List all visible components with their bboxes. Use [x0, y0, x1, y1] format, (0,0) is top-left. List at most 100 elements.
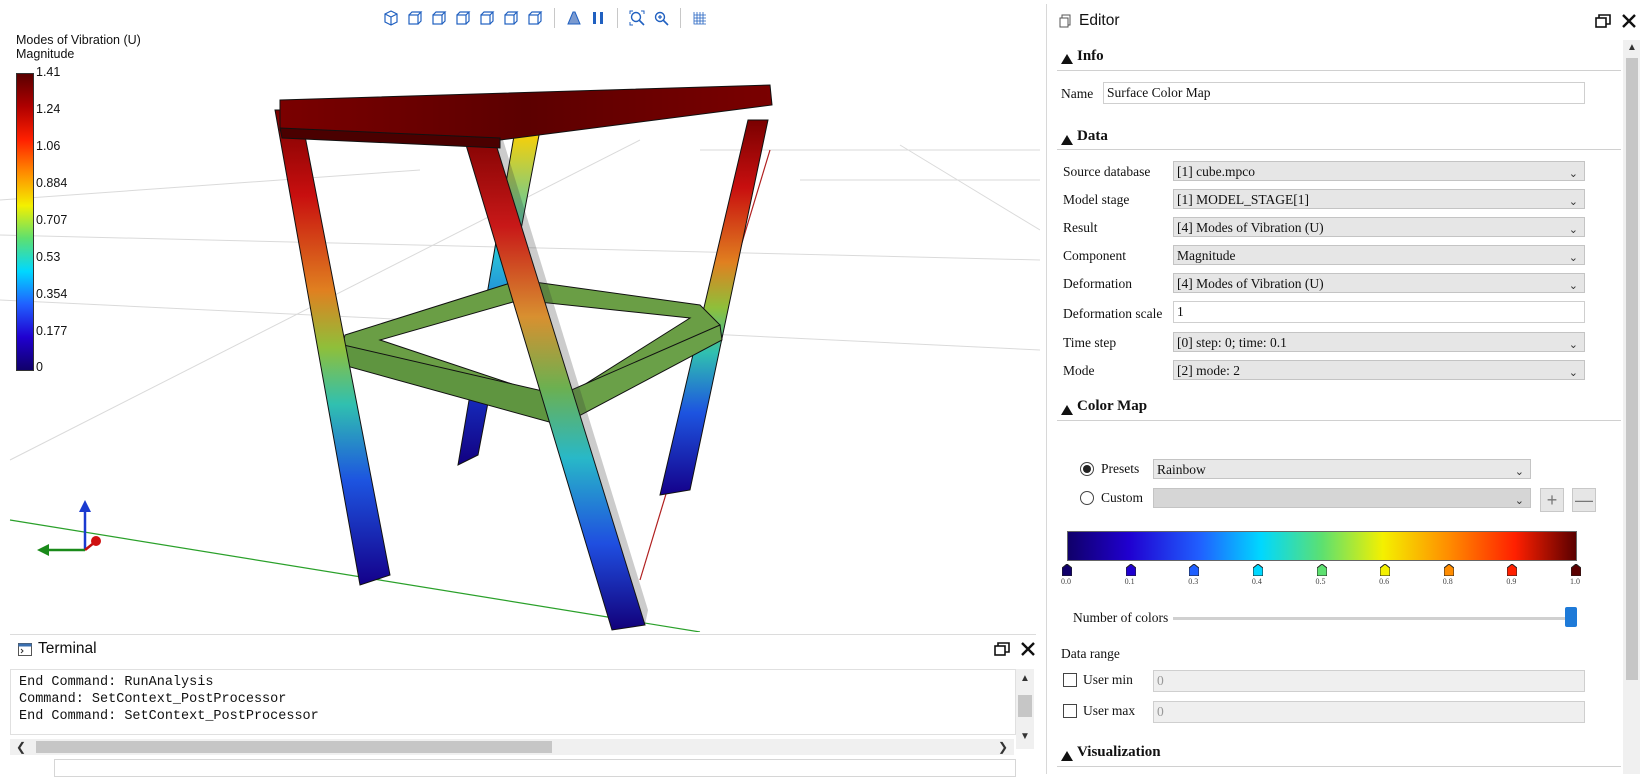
chevron-down-icon: ⌄ — [1568, 224, 1578, 236]
source-database-value: [1] cube.mpco — [1177, 164, 1255, 179]
3d-viewport[interactable]: Modes of Vibration (U) Magnitude 1.41 1.… — [0, 0, 1040, 632]
custom-radio[interactable] — [1080, 491, 1094, 505]
custom-select[interactable]: ⌄ — [1153, 488, 1531, 508]
terminal-output[interactable]: End Command: RunAnalysis Command: SetCon… — [10, 669, 1016, 735]
scrollbar-thumb[interactable] — [36, 741, 552, 753]
close-icon[interactable] — [1020, 641, 1036, 662]
editor-vscrollbar[interactable]: ▲ — [1623, 40, 1640, 774]
deformation-select[interactable]: [4] Modes of Vibration (U) ⌄ — [1173, 273, 1585, 293]
user-min-checkbox[interactable] — [1063, 673, 1077, 687]
view-back-icon[interactable] — [428, 7, 450, 29]
legend-tick: 0.354 — [36, 287, 68, 301]
restore-window-icon[interactable] — [1595, 14, 1611, 33]
colormap-stop-marker[interactable] — [1506, 563, 1518, 577]
view-right-icon[interactable] — [476, 7, 498, 29]
colormap-stop-marker[interactable] — [1188, 563, 1200, 577]
collapse-icon[interactable] — [1061, 132, 1073, 150]
terminal-line: End Command: RunAnalysis — [19, 675, 214, 690]
colormap-stop-label: 0.1 — [1124, 577, 1135, 586]
time-step-value: [0] step: 0; time: 0.1 — [1177, 335, 1287, 350]
perspective-icon[interactable] — [563, 7, 585, 29]
colormap-stop-marker[interactable] — [1061, 563, 1073, 577]
presets-radio[interactable] — [1080, 462, 1094, 476]
view-iso-icon[interactable] — [380, 7, 402, 29]
name-input[interactable]: Surface Color Map — [1103, 82, 1585, 104]
time-step-select[interactable]: [0] step: 0; time: 0.1 ⌄ — [1173, 332, 1585, 352]
terminal-line: Command: SetContext_PostProcessor — [19, 692, 287, 707]
legend-tick: 1.41 — [36, 65, 61, 79]
chevron-down-icon: ⌄ — [1568, 280, 1578, 292]
grid-icon[interactable] — [689, 7, 711, 29]
presets-select[interactable]: Rainbow ⌄ — [1153, 459, 1531, 479]
view-bottom-icon[interactable] — [524, 7, 546, 29]
result-value: [4] Modes of Vibration (U) — [1177, 220, 1324, 235]
colormap-stop-label: 0.0 — [1061, 577, 1071, 586]
zoom-fit-icon[interactable] — [626, 7, 648, 29]
scroll-left-icon[interactable]: ❮ — [16, 740, 26, 754]
chevron-down-icon: ⌄ — [1568, 252, 1578, 264]
toolbar-divider — [617, 8, 618, 28]
terminal-title: Terminal — [38, 640, 97, 657]
remove-button[interactable]: — — [1572, 488, 1596, 512]
scrollbar-thumb[interactable] — [1626, 58, 1638, 680]
user-max-input[interactable]: 0 — [1153, 701, 1585, 723]
colormap-stop-marker[interactable] — [1125, 563, 1137, 577]
axes-triad-icon — [37, 500, 101, 556]
section-header-info[interactable]: Info — [1077, 48, 1104, 65]
scroll-up-icon[interactable]: ▲ — [1627, 42, 1637, 53]
model-stage-select[interactable]: [1] MODEL_STAGE[1] ⌄ — [1173, 189, 1585, 209]
mode-select[interactable]: [2] mode: 2 ⌄ — [1173, 360, 1585, 380]
user-min-input[interactable]: 0 — [1153, 670, 1585, 692]
legend-tick: 0.177 — [36, 324, 68, 338]
data-range-label: Data range — [1061, 646, 1120, 661]
terminal-vscrollbar[interactable]: ▲ ▼ — [1016, 669, 1034, 749]
zoom-region-icon[interactable] — [650, 7, 672, 29]
colormap-stop-label: 0.4 — [1251, 577, 1262, 586]
source-database-select[interactable]: [1] cube.mpco ⌄ — [1173, 161, 1585, 181]
add-button[interactable]: + — [1540, 488, 1564, 512]
collapse-icon[interactable] — [1061, 51, 1073, 69]
scroll-down-icon[interactable]: ▼ — [1020, 731, 1030, 742]
chevron-down-icon: ⌄ — [1568, 367, 1578, 379]
scroll-right-icon[interactable]: ❯ — [998, 740, 1008, 754]
presets-label: Presets — [1101, 461, 1140, 476]
slider-handle[interactable] — [1565, 607, 1577, 627]
section-header-visualization[interactable]: Visualization — [1077, 744, 1161, 761]
colormap-gradient[interactable] — [1067, 531, 1577, 561]
command-input[interactable] — [54, 759, 1016, 777]
terminal-panel: Terminal End Command: RunAnalysis Comman… — [10, 634, 1036, 777]
legend-title-component: Magnitude — [16, 47, 75, 61]
deformation-scale-input[interactable]: 1 — [1173, 301, 1585, 323]
restore-window-icon[interactable] — [994, 642, 1010, 661]
terminal-icon — [18, 643, 32, 661]
colormap-stop-marker[interactable] — [1570, 563, 1582, 577]
close-icon[interactable] — [1621, 13, 1637, 34]
section-header-colormap[interactable]: Color Map — [1077, 398, 1147, 415]
toolbar-divider — [554, 8, 555, 28]
colormap-stop-marker[interactable] — [1379, 563, 1391, 577]
colormap-stop-marker[interactable] — [1252, 563, 1264, 577]
view-top-icon[interactable] — [500, 7, 522, 29]
terminal-hscrollbar[interactable]: ❮ ❯ — [10, 739, 1014, 755]
view-front-icon[interactable] — [404, 7, 426, 29]
view-left-icon[interactable] — [452, 7, 474, 29]
source-database-label: Source database — [1063, 164, 1151, 179]
editor-title: Editor — [1079, 12, 1120, 29]
colormap-stop-marker[interactable] — [1443, 563, 1455, 577]
scroll-up-icon[interactable]: ▲ — [1020, 673, 1030, 684]
colormap-stop-label: 0.3 — [1188, 577, 1199, 586]
model-stage-label: Model stage — [1063, 192, 1130, 207]
colormap-stop-marker[interactable] — [1316, 563, 1327, 577]
colormap-stop-label: 0.6 — [1379, 577, 1390, 586]
section-header-data[interactable]: Data — [1077, 128, 1108, 145]
scrollbar-thumb[interactable] — [1018, 695, 1032, 717]
collapse-icon[interactable] — [1061, 748, 1073, 766]
component-select[interactable]: Magnitude ⌄ — [1173, 245, 1585, 265]
legend-title: Modes of Vibration (U) Magnitude — [16, 33, 141, 61]
result-select[interactable]: [4] Modes of Vibration (U) ⌄ — [1173, 217, 1585, 237]
collapse-icon[interactable] — [1061, 402, 1073, 420]
deformation-value: [4] Modes of Vibration (U) — [1177, 276, 1324, 291]
number-of-colors-slider[interactable] — [1173, 617, 1577, 620]
user-max-checkbox[interactable] — [1063, 704, 1077, 718]
parallel-icon[interactable] — [587, 7, 609, 29]
